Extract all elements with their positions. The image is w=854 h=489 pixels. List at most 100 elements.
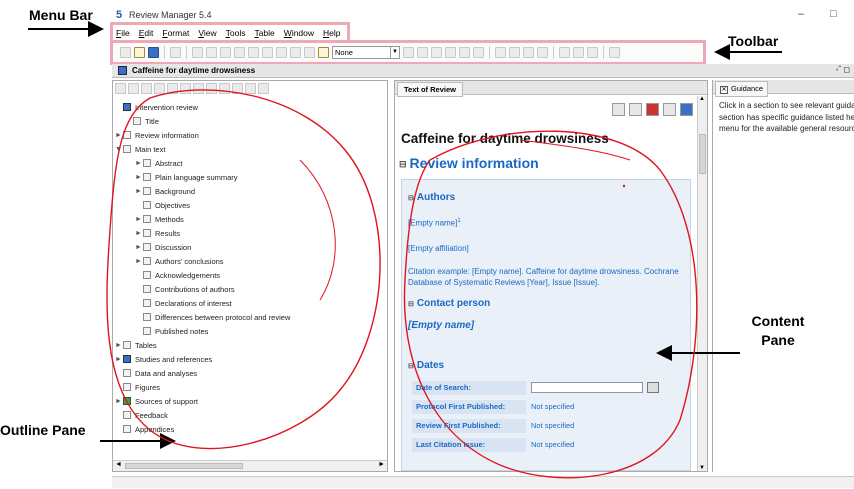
outline-collapse-icon[interactable]: [245, 83, 256, 94]
collapse-section-icon[interactable]: ⊟: [399, 159, 407, 169]
content-scroll-thumb[interactable]: [699, 134, 706, 174]
affiliation-link[interactable]: [Empty affiliation]: [408, 244, 469, 253]
outline-item[interactable]: ► Discussion: [135, 241, 191, 253]
menu-format[interactable]: Format: [162, 28, 189, 38]
scroll-down-icon[interactable]: ▼: [699, 465, 705, 471]
close-icon[interactable]: ✕: [720, 86, 728, 94]
indent-decrease-icon[interactable]: [523, 46, 534, 58]
menu-file[interactable]: File: [116, 28, 130, 38]
superscript-icon[interactable]: [445, 46, 456, 58]
menu-edit[interactable]: Edit: [139, 28, 154, 38]
edit-pencil-icon[interactable]: [318, 46, 329, 58]
expand-arrow-icon[interactable]: ►: [115, 398, 123, 405]
outline-item[interactable]: Differences between protocol and review: [135, 311, 290, 323]
expand-arrow-icon[interactable]: ►: [115, 356, 123, 363]
collapse-dates-icon[interactable]: ⊟: [408, 363, 414, 370]
print-icon[interactable]: [170, 46, 181, 58]
contact-name-link[interactable]: [Empty name]: [408, 320, 474, 331]
bullet-list-icon[interactable]: [495, 46, 506, 58]
scroll-up-icon[interactable]: ▲: [699, 96, 705, 102]
outline-item[interactable]: ► Sources of support: [115, 395, 198, 407]
indent-increase-icon[interactable]: [537, 46, 548, 58]
edit-icon[interactable]: [612, 103, 625, 116]
expand-arrow-icon[interactable]: ►: [115, 132, 123, 139]
author-name-link[interactable]: [Empty name]1: [408, 218, 461, 228]
outline-item[interactable]: Title: [125, 115, 159, 127]
calendar-icon[interactable]: [647, 382, 659, 393]
outline-print-icon[interactable]: [206, 83, 217, 94]
forward-arrow-icon[interactable]: [206, 46, 217, 58]
paste-icon[interactable]: [276, 46, 287, 58]
outline-move-right-icon[interactable]: [180, 83, 191, 94]
expand-arrow-icon[interactable]: ►: [135, 188, 143, 195]
section-review-information[interactable]: ⊟ Review information: [399, 155, 539, 171]
contact-person-heading[interactable]: ⊟ Contact person: [408, 298, 490, 309]
outline-item[interactable]: Feedback: [115, 409, 168, 421]
outline-delete-icon[interactable]: [128, 83, 139, 94]
expand-arrow-icon[interactable]: ►: [135, 174, 143, 181]
outline-item[interactable]: ► Results: [135, 227, 180, 239]
expand-arrow-icon[interactable]: ►: [135, 258, 143, 265]
spellcheck-icon[interactable]: [290, 46, 301, 58]
outline-move-up-icon[interactable]: [141, 83, 152, 94]
expand-arrow-icon[interactable]: ►: [135, 244, 143, 251]
book-icon[interactable]: [663, 103, 676, 116]
outline-item[interactable]: ► Background: [135, 185, 195, 197]
outline-item[interactable]: Figures: [115, 381, 160, 393]
outline-help-icon[interactable]: [219, 83, 230, 94]
back-arrow-icon[interactable]: [192, 46, 203, 58]
spellcheck-all-icon[interactable]: [304, 46, 315, 58]
table-icon[interactable]: [609, 46, 620, 58]
dock-controls[interactable]: ◦ˆ ◻: [836, 65, 850, 74]
style-select[interactable]: None ▼: [332, 45, 400, 59]
highlight-icon[interactable]: [473, 46, 484, 58]
menu-view[interactable]: View: [198, 28, 216, 38]
underline-icon[interactable]: [431, 46, 442, 58]
menu-table[interactable]: Table: [254, 28, 274, 38]
cut-icon[interactable]: [248, 46, 259, 58]
menu-help[interactable]: Help: [323, 28, 340, 38]
outline-item[interactable]: Declarations of interest: [135, 297, 232, 309]
outline-item[interactable]: Objectives: [135, 199, 190, 211]
outline-item[interactable]: Intervention review: [115, 101, 198, 113]
scroll-right-icon[interactable]: ►: [378, 461, 385, 468]
scroll-left-icon[interactable]: ◄: [115, 461, 122, 468]
outline-add-icon[interactable]: [115, 83, 126, 94]
outline-properties-icon[interactable]: [193, 83, 204, 94]
numbered-list-icon[interactable]: [509, 46, 520, 58]
content-vertical-scrollbar[interactable]: ▲ ▼: [697, 96, 707, 471]
outline-horizontal-scrollbar[interactable]: ◄ ►: [113, 460, 387, 471]
outline-item[interactable]: ► Tables: [115, 339, 157, 351]
outline-item[interactable]: Published notes: [135, 325, 208, 337]
collapse-contact-icon[interactable]: ⊟: [408, 301, 414, 308]
outline-item[interactable]: ► Abstract: [135, 157, 183, 169]
outline-item[interactable]: Data and analyses: [115, 367, 197, 379]
outline-move-left-icon[interactable]: [167, 83, 178, 94]
maximize-button[interactable]: □: [830, 8, 837, 20]
unlink-icon[interactable]: [573, 46, 584, 58]
minimize-button[interactable]: –: [798, 8, 804, 20]
copy-icon[interactable]: [262, 46, 273, 58]
note-icon[interactable]: [629, 103, 642, 116]
outline-item[interactable]: ► Methods: [135, 213, 184, 225]
expand-arrow-icon[interactable]: ►: [135, 216, 143, 223]
outline-item[interactable]: Acknowledgements: [135, 269, 220, 281]
redo-icon[interactable]: [234, 46, 245, 58]
bold-icon[interactable]: [403, 46, 414, 58]
outline-item[interactable]: Appendices: [115, 423, 174, 435]
menu-window[interactable]: Window: [284, 28, 314, 38]
tab-text-of-review[interactable]: Text of Review: [397, 82, 463, 97]
help-icon[interactable]: [646, 103, 659, 116]
subscript-icon[interactable]: [459, 46, 470, 58]
date-of-search-input[interactable]: [531, 382, 643, 393]
collapse-authors-icon[interactable]: ⊟: [408, 195, 414, 202]
collapse-arrow-icon[interactable]: ▼: [115, 146, 123, 153]
expand-arrow-icon[interactable]: ►: [135, 160, 143, 167]
italic-icon[interactable]: [417, 46, 428, 58]
speaker-icon[interactable]: [680, 103, 693, 116]
outline-item[interactable]: ▼ Main text: [115, 143, 165, 155]
outline-move-down-icon[interactable]: [154, 83, 165, 94]
outline-notes-icon[interactable]: [232, 83, 243, 94]
omega-symbol-icon[interactable]: [587, 46, 598, 58]
outline-item[interactable]: ► Plain language summary: [135, 171, 238, 183]
